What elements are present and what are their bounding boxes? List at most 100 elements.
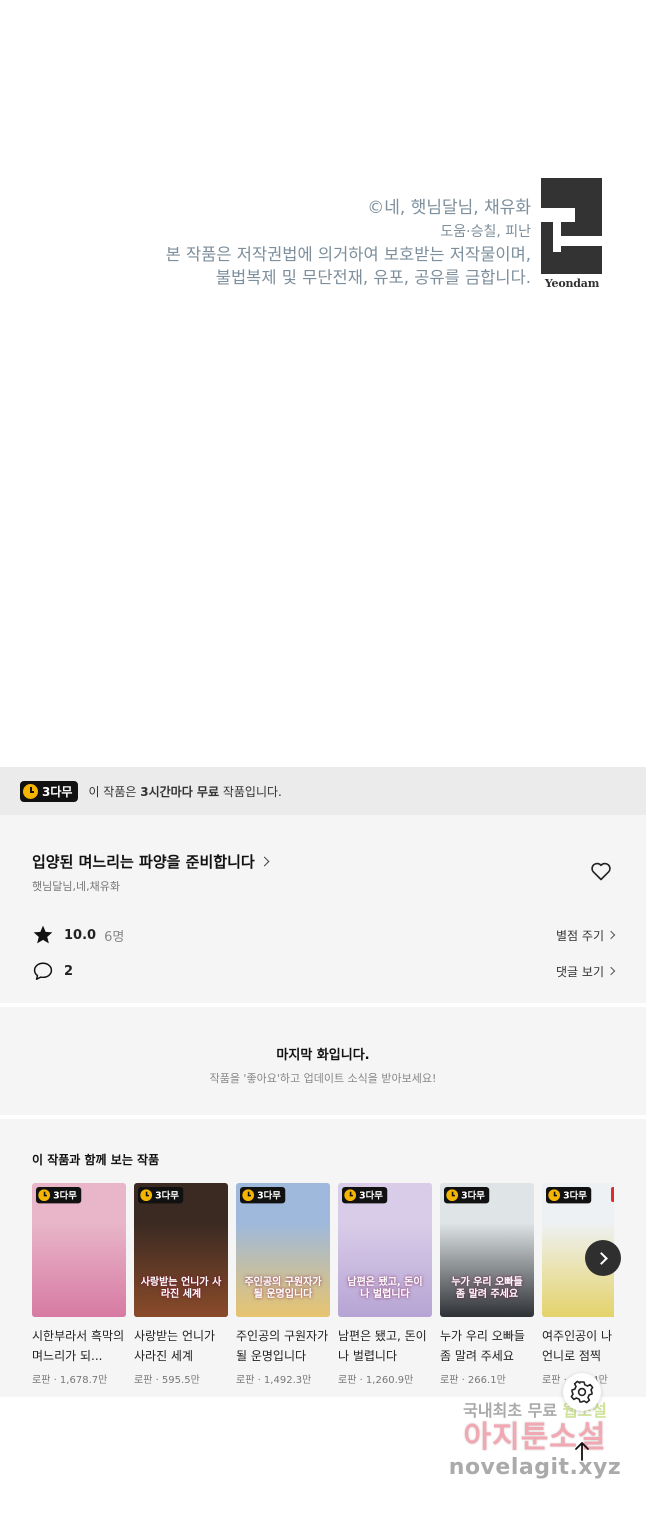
- recommendation-meta: 로판 · 595.5만: [134, 1375, 200, 1386]
- free-notice-suffix: 작품입니다.: [219, 784, 282, 799]
- cover-title-text: 사랑받는 언니가 사라진 세계: [140, 1277, 222, 1300]
- rate-button[interactable]: 별점 주기: [556, 927, 616, 944]
- publisher-logo-text: Yeondam: [544, 277, 600, 290]
- recommendation-title: 누가 우리 오빠들 좀 말려 주세요: [440, 1329, 525, 1363]
- scroll-top-button[interactable]: [567, 1436, 597, 1466]
- recommendation-cover: 3다무남편은 됐고, 돈이나 벌렵니다: [338, 1183, 432, 1317]
- copyright-line-1: 본 작품은 저작권법에 의거하여 보호받는 저작물이며,: [165, 245, 531, 264]
- cover-title-text: 누가 우리 오빠들 좀 말려 주세요: [451, 1277, 523, 1300]
- view-comments-label: 댓글 보기: [556, 964, 604, 979]
- watermark-tagline-a: 국내최초 무료: [463, 1401, 558, 1420]
- free-notice-prefix: 이 작품은: [88, 784, 141, 799]
- recommendation-title: 시한부라서 흑막의 며느리가 되...: [32, 1329, 125, 1363]
- watermark-site-name: 아지툰소설: [463, 1420, 607, 1455]
- site-watermark: 국내최초 무료 웹소설 아지툰소설 novelagit.xyz: [443, 1397, 627, 1497]
- settings-button[interactable]: [563, 1373, 601, 1411]
- wait-free-badge-label: 3다무: [461, 1190, 485, 1202]
- recommendation-card[interactable]: 3다무시한부라서 흑막의 며느리가 되... 로판 · 1,678.7만: [32, 1183, 126, 1386]
- view-comments-button[interactable]: 댓글 보기: [556, 963, 616, 980]
- clock-icon: [344, 1189, 357, 1202]
- recommendation-card[interactable]: 3다무신작여주인공이 나 새언니로 점찍로판 · 353.4만: [542, 1183, 614, 1386]
- chevron-right-icon: [606, 930, 616, 940]
- free-notice-bar: 3다무 이 작품은 3시간마다 무료 작품입니다.: [0, 767, 646, 815]
- recommendation-meta: 로판 · 266.1만: [440, 1375, 506, 1386]
- wait-free-badge: 3다무: [36, 1187, 82, 1204]
- clock-icon: [548, 1189, 561, 1202]
- rating-value: 10.0: [64, 927, 97, 943]
- clock-icon: [242, 1189, 255, 1202]
- last-episode-notice: 마지막 화입니다. 작품을 '좋아요'하고 업데이트 소식을 받아보세요!: [0, 1007, 646, 1115]
- rating-count: 6명: [104, 929, 125, 945]
- clock-icon: [23, 783, 38, 799]
- recommendations-heading: 이 작품과 함께 보는 작품: [32, 1153, 160, 1167]
- star-icon: [33, 925, 53, 944]
- work-info-panel: 입양된 며느리는 파양을 준비합니다 햇님달님,네,채유화 10.0 6명 별점…: [0, 815, 646, 1003]
- clock-icon: [446, 1189, 459, 1202]
- gear-icon: [570, 1380, 594, 1404]
- wait-free-badge: 3다무: [138, 1187, 184, 1204]
- new-badge: 신작: [611, 1187, 614, 1202]
- publisher-logo-mark: [541, 178, 602, 274]
- recommendation-cover: 3다무누가 우리 오빠들 좀 말려 주세요: [440, 1183, 534, 1317]
- like-heart-icon[interactable]: [589, 859, 613, 883]
- wait-free-badge: 3다무: [240, 1187, 286, 1204]
- chevron-right-icon: [606, 966, 616, 976]
- cover-art: [32, 1223, 126, 1317]
- copyright-line-2: 불법복제 및 무단전재, 유포, 공유를 금합니다.: [215, 268, 531, 287]
- recommendation-card[interactable]: 3다무 주인공의 구원자가 될 운명입니다 주인공의 구원자가 될 운명입니다 로판 …: [236, 1183, 330, 1386]
- wait-free-badge-label: 3다무: [563, 1190, 587, 1202]
- recommendation-meta: 로판 · 1,260.9만: [338, 1375, 414, 1386]
- wait-free-badge: 3다무: [20, 780, 79, 802]
- comment-icon: [33, 962, 53, 980]
- recommendation-card[interactable]: 3다무 누가 우리 오빠들 좀 말려 주세요 누가 우리 오빠들 좀 말려 주세요 로…: [440, 1183, 534, 1386]
- work-title: 입양된 며느리는 파양을 준비합니다: [32, 853, 255, 871]
- recommendation-meta: 로판 · 1,678.7만: [32, 1375, 108, 1386]
- recommendation-carousel: 3다무시한부라서 흑막의 며느리가 되... 로판 · 1,678.7만 3다무사랑…: [32, 1183, 614, 1386]
- recommendation-card[interactable]: 3다무 사랑받는 언니가 사라진 세계 사랑받는 언니가 사라진 세계 로판 · 59…: [134, 1183, 228, 1386]
- recommendation-title: 여주인공이 나 새언니로 점찍: [542, 1329, 614, 1363]
- cover-art: [134, 1223, 228, 1317]
- last-episode-title: 마지막 화입니다.: [276, 1048, 370, 1063]
- watermark-url: novelagit.xyz: [448, 1455, 622, 1480]
- recommendation-card[interactable]: 3다무 남편은 됐고, 돈이나 벌렵니다 남편은 됐고, 돈이나 벌렵니다 로판 · …: [338, 1183, 432, 1386]
- recommendation-title: 사랑받는 언니가 사라진 세계: [134, 1329, 216, 1363]
- comment-row: 2 댓글 보기: [32, 959, 616, 983]
- cover-art: [440, 1223, 534, 1317]
- credit-authors: ©네, 햇님달님, 채유화: [367, 198, 531, 218]
- free-notice-emphasis: 3시간마다 무료: [140, 784, 220, 799]
- credit-assistants: 도움·승칠, 피난: [440, 224, 531, 240]
- wait-free-badge: 3다무: [444, 1187, 490, 1204]
- cover-art: [338, 1223, 432, 1317]
- wait-free-badge-label: 3다무: [42, 784, 73, 799]
- comment-count: 2: [64, 963, 74, 979]
- carousel-next-button[interactable]: [585, 1240, 621, 1276]
- work-authors: 햇님달님,네,채유화: [32, 880, 120, 893]
- recommendation-cover: 3다무주인공의 구원자가 될 운명입니다: [236, 1183, 330, 1317]
- wait-free-badge: 3다무: [342, 1187, 388, 1204]
- copyright-notice: ©네, 햇님달님, 채유화 도움·승칠, 피난 본 작품은 저작권법에 의거하여…: [166, 195, 531, 289]
- recommendation-cover: 3다무사랑받는 언니가 사라진 세계: [134, 1183, 228, 1317]
- recommendation-meta: 로판 · 1,492.3만: [236, 1375, 312, 1386]
- wait-free-badge-label: 3다무: [359, 1190, 383, 1202]
- wait-free-badge-label: 3다무: [53, 1190, 77, 1202]
- cover-art: [236, 1223, 330, 1317]
- last-episode-subtitle: 작품을 '좋아요'하고 업데이트 소식을 받아보세요!: [209, 1072, 437, 1085]
- arrow-up-icon: [575, 1442, 589, 1461]
- recommendation-title: 주인공의 구원자가 될 운명입니다: [236, 1329, 329, 1363]
- work-title-link[interactable]: 입양된 며느리는 파양을 준비합니다: [32, 851, 270, 872]
- wait-free-badge: 3다무: [546, 1187, 592, 1204]
- free-notice-text: 이 작품은 3시간마다 무료 작품입니다.: [88, 783, 281, 800]
- rate-button-label: 별점 주기: [556, 928, 604, 943]
- wait-free-badge-label: 3다무: [155, 1190, 179, 1202]
- clock-icon: [38, 1189, 51, 1202]
- recommendation-cover: 3다무: [32, 1183, 126, 1317]
- publisher-logo: Yeondam: [541, 178, 603, 294]
- chevron-right-icon: [259, 856, 270, 867]
- recommendations-section: 이 작품과 함께 보는 작품 3다무시한부라서 흑막의 며느리가 되... 로판 …: [0, 1119, 646, 1397]
- wait-free-badge-label: 3다무: [257, 1190, 281, 1202]
- recommendation-title: 남편은 됐고, 돈이나 벌렵니다: [338, 1329, 427, 1363]
- cover-title-text: 주인공의 구원자가 될 운명입니다: [244, 1277, 322, 1300]
- cover-title-text: 남편은 됐고, 돈이나 벌렵니다: [347, 1277, 423, 1300]
- clock-icon: [140, 1189, 153, 1202]
- rating-row: 10.0 6명 별점 주기: [32, 923, 616, 947]
